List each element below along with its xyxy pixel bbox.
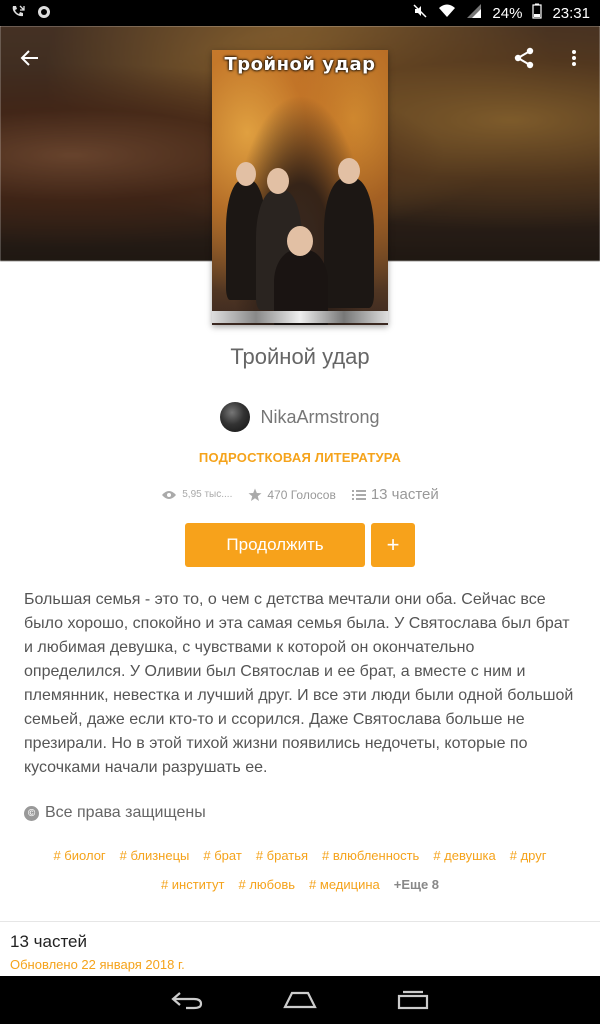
arrow-left-icon xyxy=(20,50,38,66)
parts-stat: 13 частей xyxy=(351,486,439,503)
copyright-row: © Все права защищены xyxy=(24,804,206,822)
cover-credit-strip xyxy=(212,311,388,323)
nav-back-button[interactable] xyxy=(167,985,207,1015)
battery-icon xyxy=(532,3,543,25)
stats-row: 5,95 тыс.... 470 Голосов 13 частей xyxy=(0,486,600,503)
copyright-icon: © xyxy=(24,805,39,821)
category-link[interactable]: ПОДРОСТКОВАЯ ЛИТЕРАТУРА xyxy=(0,450,600,465)
divider xyxy=(0,921,600,922)
book-description: Большая семья - это то, о чем с детства … xyxy=(24,591,574,776)
updated-date: Обновлено 22 января 2018 г. xyxy=(10,957,185,972)
add-to-library-button[interactable]: + xyxy=(371,523,415,567)
tags-list: # биолог # близнецы # брат # братья # вл… xyxy=(40,848,560,892)
book-cover[interactable]: Тройной удар xyxy=(212,50,388,325)
tag[interactable]: # братья xyxy=(256,848,308,863)
votes-stat: 470 Голосов xyxy=(248,487,336,502)
nav-home-button[interactable] xyxy=(280,985,320,1015)
more-vertical-icon xyxy=(572,50,576,66)
nav-recents-icon xyxy=(398,990,429,1010)
parts-section-title[interactable]: 13 частей xyxy=(10,932,87,952)
notification-icon xyxy=(36,4,52,23)
clock: 23:31 xyxy=(552,5,590,22)
copyright-text: Все права защищены xyxy=(45,804,206,821)
nav-back-icon xyxy=(170,992,202,1010)
share-icon xyxy=(514,47,534,69)
author-name[interactable]: NikaArmstrong xyxy=(260,407,379,428)
avatar[interactable] xyxy=(220,402,251,432)
tag[interactable]: # институт xyxy=(161,877,225,892)
reads-stat: 5,95 тыс.... xyxy=(161,489,232,500)
votes-count: 470 Голосов xyxy=(267,487,336,502)
missed-call-icon xyxy=(10,4,26,23)
list-icon xyxy=(351,489,366,500)
author-row[interactable]: NikaArmstrong xyxy=(0,402,600,432)
tag[interactable]: # любовь xyxy=(239,877,296,892)
back-button[interactable] xyxy=(16,44,44,72)
tag[interactable]: # медицина xyxy=(309,877,380,892)
tag[interactable]: # девушка xyxy=(433,848,495,863)
tag[interactable]: # влюбленность xyxy=(322,848,419,863)
tag[interactable]: # друг xyxy=(510,848,547,863)
book-title: Тройной удар xyxy=(230,344,370,369)
action-buttons: Продолжить + xyxy=(0,523,600,567)
more-tags-button[interactable]: +Еще 8 xyxy=(394,877,439,892)
share-button[interactable] xyxy=(510,44,538,72)
tag[interactable]: # биолог xyxy=(53,848,105,863)
status-bar: 24% 23:31 xyxy=(0,0,600,26)
navigation-bar xyxy=(0,976,600,1024)
nav-home-icon xyxy=(283,991,317,1009)
parts-count: 13 частей xyxy=(370,486,439,503)
more-options-button[interactable] xyxy=(560,44,588,72)
reads-count: 5,95 тыс.... xyxy=(182,489,233,500)
cover-title: Тройной удар xyxy=(224,54,376,75)
signal-icon xyxy=(466,3,482,25)
nav-recents-button[interactable] xyxy=(393,985,433,1015)
mute-icon xyxy=(412,3,428,25)
battery-text: 24% xyxy=(492,5,523,22)
wifi-icon xyxy=(438,3,456,25)
tag[interactable]: # близнецы xyxy=(120,848,190,863)
continue-button[interactable]: Продолжить xyxy=(185,523,365,567)
tag[interactable]: # брат xyxy=(203,848,241,863)
eye-icon xyxy=(162,490,177,499)
star-icon xyxy=(248,488,262,501)
